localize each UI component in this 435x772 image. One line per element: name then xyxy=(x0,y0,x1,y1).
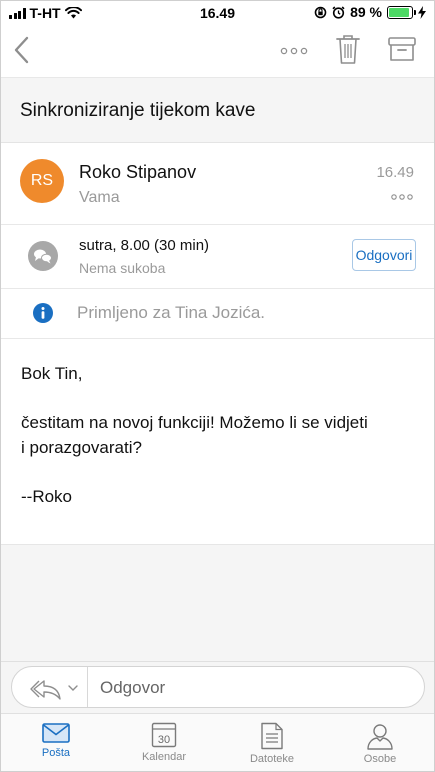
meeting-time: sutra, 8.00 (30 min) xyxy=(79,237,210,254)
tab-people[interactable]: Osobe xyxy=(330,714,430,771)
meeting-reply-button[interactable]: Odgovori xyxy=(352,239,416,271)
calendar-icon: 30 xyxy=(151,722,177,748)
recipient-label: Vama xyxy=(79,189,120,206)
info-icon xyxy=(33,303,53,323)
navigation-bar xyxy=(1,25,434,77)
back-chevron-icon[interactable] xyxy=(11,35,33,65)
body-signature: --Roko xyxy=(21,487,73,506)
mail-icon xyxy=(42,723,70,743)
body-greeting: Bok Tin, xyxy=(21,364,83,383)
received-for-text: Primljeno za Tina Jozića. xyxy=(77,303,266,322)
subject-bar: Sinkroniziranje tijekom kave xyxy=(1,77,434,143)
tab-files[interactable]: Datoteke xyxy=(222,714,322,771)
tab-bar: Pošta 30 Kalendar Datoteke Osobe xyxy=(1,713,434,771)
reply-input[interactable] xyxy=(100,676,400,700)
meeting-conflict-status: Nema sukoba xyxy=(79,260,166,276)
files-icon xyxy=(261,722,283,750)
tab-label: Datoteke xyxy=(249,753,295,765)
message-options-icon[interactable] xyxy=(390,193,414,201)
orientation-lock-icon xyxy=(314,6,327,18)
tab-label: Osobe xyxy=(363,753,397,765)
compose-divider xyxy=(87,667,88,707)
alarm-icon xyxy=(332,5,345,19)
empty-area xyxy=(1,544,434,661)
meeting-chat-icon xyxy=(28,241,58,271)
more-actions-icon[interactable] xyxy=(279,41,309,61)
tab-calendar[interactable]: 30 Kalendar xyxy=(114,714,214,771)
people-icon xyxy=(367,724,393,750)
sender-header[interactable]: RS Roko Stipanov Vama 16.49 xyxy=(1,143,434,225)
tab-mail[interactable]: Pošta xyxy=(6,714,106,771)
status-bar: T-HT 16.49 89 % xyxy=(1,1,434,25)
mail-screen: T-HT 16.49 89 % Sinkroniziranje tijekom … xyxy=(0,0,435,772)
avatar[interactable]: RS xyxy=(20,159,64,203)
archive-icon[interactable] xyxy=(387,35,417,63)
charging-icon xyxy=(418,5,426,19)
quick-reply-bar xyxy=(1,661,434,713)
body-line: i porazgovarati? xyxy=(21,438,142,457)
status-right: 89 % xyxy=(314,4,426,20)
message-time: 16.49 xyxy=(376,164,414,181)
body-line: čestitam na novoj funkciji! Možemo li se… xyxy=(21,413,368,432)
chevron-down-icon[interactable] xyxy=(68,684,78,692)
quick-reply-field[interactable] xyxy=(11,666,425,708)
calendar-day: 30 xyxy=(158,734,170,746)
tab-label: Kalendar xyxy=(141,751,187,763)
message-subject: Sinkroniziranje tijekom kave xyxy=(20,100,256,121)
sender-name: Roko Stipanov xyxy=(79,162,197,182)
message-body: Bok Tin, čestitam na novoj funkciji! Mož… xyxy=(21,361,416,509)
reply-all-icon[interactable] xyxy=(30,678,64,700)
battery-icon xyxy=(387,5,416,19)
received-for-row: Primljeno za Tina Jozića. xyxy=(1,289,434,339)
meeting-row[interactable]: sutra, 8.00 (30 min) Nema sukoba Odgovor… xyxy=(1,225,434,289)
tab-label: Pošta xyxy=(41,747,71,759)
battery-percent: 89 % xyxy=(350,4,382,20)
delete-trash-icon[interactable] xyxy=(335,33,361,65)
